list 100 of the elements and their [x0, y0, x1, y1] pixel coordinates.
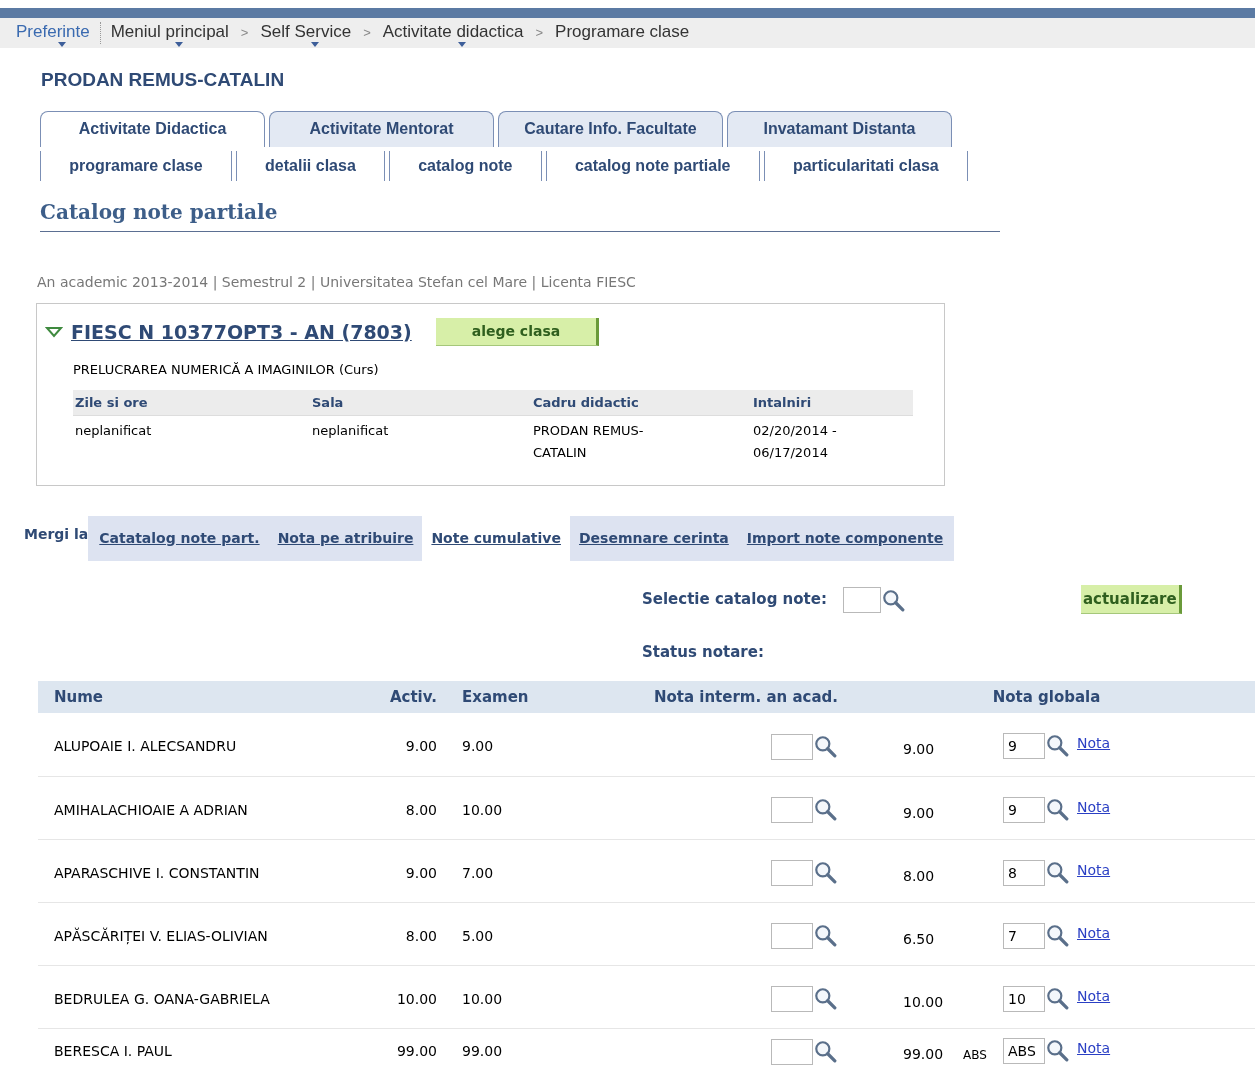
computed-grade: 6.50 [903, 929, 936, 949]
grade-input[interactable] [771, 797, 813, 823]
breadcrumb-item[interactable]: Meniul principal [110, 18, 239, 48]
search-icon[interactable] [813, 1038, 837, 1063]
grade-input[interactable] [771, 986, 813, 1012]
grade-link[interactable]: Nota [1077, 859, 1111, 881]
status-label: Status notare: [642, 642, 764, 661]
computed-grade: 9.00 [903, 803, 936, 823]
goto-link[interactable]: Import note componente [737, 515, 953, 561]
person-name: PRODAN REMUS-CATALIN [41, 68, 286, 92]
goto-link[interactable]: Desemnare cerinta [570, 515, 738, 561]
goto-label: Mergi la [24, 524, 89, 544]
search-icon[interactable] [813, 986, 837, 1010]
search-icon[interactable] [813, 797, 837, 821]
table-cell: 10.00 [438, 776, 618, 839]
caret-icon[interactable] [458, 41, 467, 47]
column-header: Intalniri [751, 389, 913, 416]
tab[interactable]: Cautare Info. Facultate [498, 110, 723, 147]
column-header: Zile si ore [73, 389, 310, 416]
column-header: Nume [38, 681, 368, 713]
tab[interactable]: Activitate Mentorat [269, 110, 494, 147]
grade-input[interactable] [771, 733, 813, 760]
subtab[interactable]: catalog note [389, 150, 542, 181]
student-name: APĂSCĂRIȚEI V. ELIAS-OLIVIAN [38, 902, 368, 965]
search-icon[interactable] [813, 923, 837, 947]
breadcrumb-item[interactable]: Programare clase [555, 18, 700, 48]
breadcrumb-item[interactable]: Preferinte [16, 18, 100, 48]
select-class-button[interactable]: alege clasa [435, 317, 600, 346]
computed-grade: 10.00 [903, 992, 945, 1012]
table-cell: PRODAN REMUS-CATALIN [531, 415, 751, 468]
search-icon[interactable] [813, 860, 837, 884]
grade-input[interactable]: 8 [1003, 859, 1045, 886]
table-cell: 99.00 [438, 1028, 618, 1070]
table-cell: 8.00 [368, 902, 438, 965]
grade-input[interactable] [771, 923, 813, 949]
search-icon[interactable] [880, 587, 905, 612]
column-header: Sala [310, 389, 531, 416]
column-header: Cadru didactic [531, 389, 751, 416]
table-cell: 9.00 [368, 713, 438, 776]
goto-link[interactable]: Catatalog note part. [90, 515, 269, 561]
tab[interactable]: Invatamant Distanta [727, 110, 952, 147]
grade-input[interactable]: 9 [1003, 796, 1045, 823]
grade-link[interactable]: Nota [1077, 1038, 1111, 1060]
column-header: Examen [438, 681, 618, 713]
search-icon[interactable] [813, 733, 837, 758]
caret-icon[interactable] [174, 41, 183, 47]
grade-input[interactable] [771, 1038, 813, 1065]
breadcrumb-item[interactable]: Activitate didactica [382, 18, 534, 48]
caret-icon[interactable] [310, 41, 319, 47]
chevron-icon: > [238, 23, 261, 43]
table-cell: 9.00 [368, 839, 438, 902]
search-icon[interactable] [1045, 1038, 1069, 1063]
student-name: BEDRULEA G. OANA-GABRIELA [38, 965, 368, 1028]
absence-label: ABS [963, 1047, 988, 1065]
catalog-input[interactable] [842, 586, 881, 613]
grade-link[interactable]: Nota [1077, 985, 1111, 1007]
grade-input[interactable] [771, 860, 813, 886]
table-cell: 10.00 [368, 965, 438, 1028]
chevron-icon: > [361, 23, 383, 43]
search-icon[interactable] [1045, 796, 1069, 821]
table-cell: 7.00 [438, 839, 618, 902]
column-header: Nota globala [838, 681, 1255, 713]
table-cell: neplanificat [310, 415, 531, 468]
search-icon[interactable] [1045, 859, 1069, 884]
subtab[interactable]: particularitati clasa [763, 150, 968, 181]
student-name: AMIHALACHIOAIE A ADRIAN [38, 776, 368, 839]
tab[interactable]: Activitate Didactica [40, 110, 265, 147]
context-line: An academic 2013-2014 | Semestrul 2 | Universitatea Stefan cel Mare | Licenta FIESC [37, 272, 637, 293]
table-cell: 10.00 [438, 965, 618, 1028]
grade-link[interactable]: Nota [1077, 733, 1111, 755]
update-button[interactable]: actualizare [1080, 584, 1182, 615]
collapse-icon[interactable] [45, 325, 63, 338]
table-cell: neplanificat [73, 415, 310, 468]
search-icon[interactable] [1045, 985, 1069, 1010]
student-name: ALUPOAIE I. ALECSANDRU [38, 713, 368, 776]
computed-grade: 9.00 [903, 740, 936, 760]
computed-grade: 99.00 [903, 1045, 945, 1065]
grade-input[interactable]: ABS [1003, 1038, 1045, 1065]
table-cell: 02/20/2014 - 06/17/2014 [751, 415, 913, 468]
caret-icon[interactable] [57, 41, 66, 47]
goto-link[interactable]: Nota pe atribuire [268, 515, 423, 561]
grade-input[interactable]: 9 [1003, 733, 1045, 760]
class-link[interactable]: FIESC N 10377OPT3 - AN (7803) [71, 317, 412, 346]
breadcrumb-item[interactable]: Self Service [260, 18, 362, 48]
subtab[interactable]: detalii clasa [235, 150, 385, 181]
selection-label: Selectie catalog note: [642, 589, 827, 611]
subtab[interactable]: programare clase [40, 150, 232, 181]
goto-link[interactable]: Note cumulative [422, 515, 570, 561]
column-header: Nota interm. an acad. [618, 681, 838, 713]
student-name: BERESCA I. PAUL [38, 1028, 368, 1070]
chevron-icon: > [533, 23, 556, 43]
grade-input[interactable]: 7 [1003, 922, 1045, 949]
search-icon[interactable] [1045, 733, 1069, 758]
grade-link[interactable]: Nota [1077, 796, 1111, 818]
computed-grade: 8.00 [903, 866, 936, 886]
page-title: Catalog note partiale [40, 196, 1000, 232]
grade-input[interactable]: 10 [1003, 985, 1045, 1012]
grade-link[interactable]: Nota [1077, 922, 1111, 944]
subtab[interactable]: catalog note partiale [545, 150, 760, 181]
search-icon[interactable] [1045, 922, 1069, 947]
